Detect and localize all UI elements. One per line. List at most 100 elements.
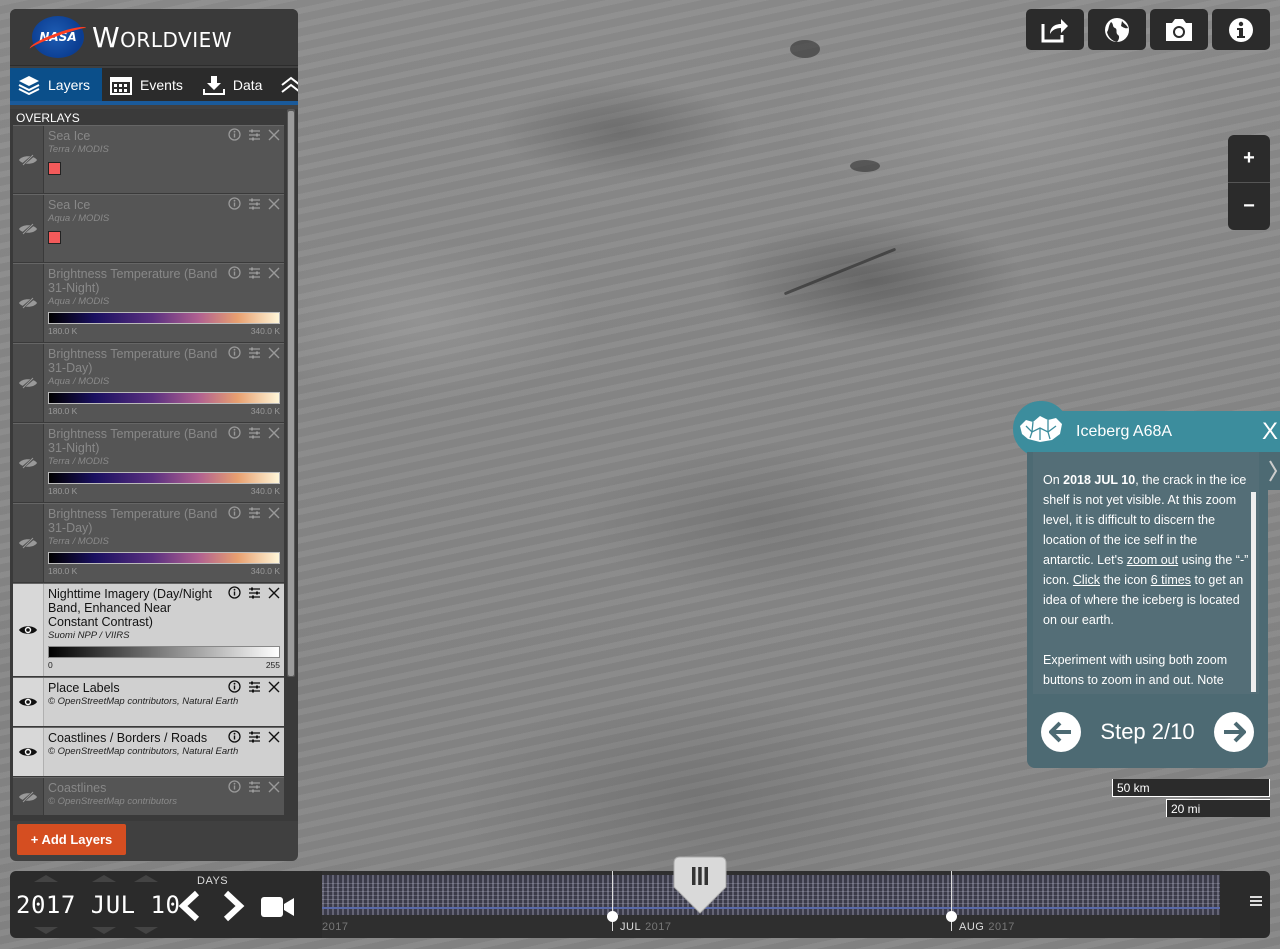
tour-next-button[interactable] bbox=[1214, 712, 1254, 752]
layer-options-button[interactable] bbox=[248, 681, 261, 693]
layer-info-button[interactable] bbox=[228, 128, 241, 141]
layer-options-button[interactable] bbox=[248, 507, 261, 519]
layer-info-button[interactable] bbox=[228, 426, 241, 439]
timeline-date-handle[interactable] bbox=[670, 855, 730, 915]
layer-info-button[interactable] bbox=[228, 680, 241, 693]
layer-info-button[interactable] bbox=[228, 197, 241, 210]
next-day-button[interactable] bbox=[220, 890, 246, 927]
add-layers-button[interactable]: + Add Layers bbox=[17, 824, 126, 855]
layer-info-button[interactable] bbox=[228, 346, 241, 359]
tab-data[interactable]: Data bbox=[195, 68, 275, 101]
sliders-icon bbox=[249, 198, 260, 209]
tour-date: 2018 JUL 10 bbox=[1063, 473, 1136, 487]
layer-info-button[interactable] bbox=[228, 586, 241, 599]
layer-remove-button[interactable] bbox=[268, 347, 280, 359]
chevron-right-icon bbox=[1269, 460, 1278, 482]
layer-remove-button[interactable] bbox=[268, 427, 280, 439]
layer-visibility-toggle[interactable] bbox=[13, 195, 44, 262]
layer-body: Coastlines / Borders / Roads © OpenStreet… bbox=[44, 728, 284, 776]
layer-options-button[interactable] bbox=[248, 347, 261, 359]
layer-visibility-toggle[interactable] bbox=[13, 778, 44, 815]
tour-link-click[interactable]: Click bbox=[1073, 573, 1100, 587]
timeline-track[interactable]: 2017 JUL 2017 AUG 2017 bbox=[322, 871, 1220, 938]
tour-prev-button[interactable] bbox=[1041, 712, 1081, 752]
timeline-menu-button[interactable] bbox=[1250, 894, 1262, 912]
layer-remove-button[interactable] bbox=[268, 587, 280, 599]
layer-visibility-toggle[interactable] bbox=[13, 424, 44, 502]
scrollbar-thumb[interactable] bbox=[288, 111, 294, 676]
day-up-arrow[interactable] bbox=[134, 875, 158, 882]
tour-description[interactable]: On 2018 JUL 10, the crack in the ice she… bbox=[1033, 452, 1259, 694]
day-down-arrow[interactable] bbox=[134, 927, 158, 934]
tab-events[interactable]: Events bbox=[102, 68, 195, 101]
layer-info-button[interactable] bbox=[228, 780, 241, 793]
month-down-arrow[interactable] bbox=[92, 927, 116, 934]
layer-remove-button[interactable] bbox=[268, 267, 280, 279]
layer-options-button[interactable] bbox=[248, 781, 261, 793]
animation-button[interactable] bbox=[260, 895, 296, 924]
date-selector[interactable]: 2017 JUL 10 bbox=[16, 891, 180, 919]
zoom-out-button[interactable]: − bbox=[1228, 182, 1270, 230]
video-camera-icon bbox=[261, 897, 294, 917]
projection-button[interactable] bbox=[1088, 9, 1146, 50]
layer-remove-button[interactable] bbox=[268, 781, 280, 793]
layer-row[interactable]: Brightness Temperature (Band 31-Night) Aq… bbox=[13, 263, 284, 342]
zoom-in-button[interactable]: + bbox=[1228, 135, 1270, 182]
tour-expand-tab[interactable] bbox=[1266, 452, 1280, 490]
double-chevron-up-icon bbox=[281, 76, 298, 93]
prev-day-button[interactable] bbox=[177, 890, 203, 927]
collapse-sidebar-button[interactable] bbox=[274, 68, 298, 101]
layer-info-button[interactable] bbox=[228, 506, 241, 519]
interval-label[interactable]: DAYS bbox=[197, 875, 228, 887]
layer-visibility-toggle[interactable] bbox=[13, 678, 44, 726]
layer-info-button[interactable] bbox=[228, 730, 241, 743]
layer-options-button[interactable] bbox=[248, 129, 261, 141]
layer-options-button[interactable] bbox=[248, 267, 261, 279]
layer-info-button[interactable] bbox=[228, 266, 241, 279]
tour-close-button[interactable]: X bbox=[1262, 419, 1278, 444]
layer-source: Aqua / MODIS bbox=[48, 213, 110, 224]
layer-row[interactable]: Brightness Temperature (Band 31-Day) Aqua… bbox=[13, 343, 284, 422]
layer-remove-button[interactable] bbox=[268, 681, 280, 693]
tour-header: Iceberg A68A X bbox=[1013, 401, 1280, 457]
year-up-arrow[interactable] bbox=[34, 875, 58, 882]
month-up-arrow[interactable] bbox=[92, 875, 116, 882]
layer-row[interactable]: Sea Ice Terra / MODIS bbox=[13, 125, 284, 193]
calendar-icon bbox=[110, 76, 133, 95]
layer-remove-button[interactable] bbox=[268, 198, 280, 210]
layer-options-button[interactable] bbox=[248, 427, 261, 439]
layer-row[interactable]: Brightness Temperature (Band 31-Day) Terr… bbox=[13, 503, 284, 582]
layer-body: Brightness Temperature (Band 31-Night) Aq… bbox=[44, 264, 284, 342]
layer-row[interactable]: Nighttime Imagery (Day/Night Band, Enhan… bbox=[13, 583, 284, 676]
tour-link-zoom-out[interactable]: zoom out bbox=[1127, 553, 1178, 567]
layer-visibility-toggle[interactable] bbox=[13, 344, 44, 422]
year-down-arrow[interactable] bbox=[34, 927, 58, 934]
tab-layers[interactable]: Layers bbox=[10, 68, 103, 101]
info-button[interactable] bbox=[1212, 9, 1270, 50]
layer-body: Sea Ice Terra / MODIS bbox=[44, 126, 284, 193]
tour-scrollbar[interactable] bbox=[1251, 492, 1256, 692]
layer-visibility-toggle[interactable] bbox=[13, 264, 44, 342]
layer-visibility-toggle[interactable] bbox=[13, 728, 44, 776]
layer-colorbar-range: 180.0 K 340.0 K bbox=[48, 566, 280, 576]
globe-icon bbox=[1105, 17, 1129, 42]
layer-row[interactable]: Place Labels © OpenStreetMap contributors… bbox=[13, 677, 284, 726]
layer-row[interactable]: Sea Ice Aqua / MODIS bbox=[13, 194, 284, 262]
layer-options-button[interactable] bbox=[248, 198, 261, 210]
layer-row[interactable]: Brightness Temperature (Band 31-Night) Te… bbox=[13, 423, 284, 502]
layer-remove-button[interactable] bbox=[268, 129, 280, 141]
tour-link-6-times[interactable]: 6 times bbox=[1151, 573, 1191, 587]
layer-visibility-toggle[interactable] bbox=[13, 126, 44, 193]
share-button[interactable] bbox=[1026, 9, 1084, 50]
brand-header[interactable]: NASA Worldview bbox=[10, 9, 298, 66]
layer-visibility-toggle[interactable] bbox=[13, 584, 44, 676]
layer-visibility-toggle[interactable] bbox=[13, 504, 44, 582]
layer-remove-button[interactable] bbox=[268, 507, 280, 519]
layer-options-button[interactable] bbox=[248, 731, 261, 743]
layer-options-button[interactable] bbox=[248, 587, 261, 599]
snapshot-button[interactable] bbox=[1150, 9, 1208, 50]
layer-row[interactable]: Coastlines / Borders / Roads © OpenStreet… bbox=[13, 727, 284, 776]
layer-remove-button[interactable] bbox=[268, 731, 280, 743]
layer-row[interactable]: Coastlines © OpenStreetMap contributors bbox=[13, 777, 284, 815]
layer-list[interactable]: OVERLAYS Sea Ice Terra / MODIS Sea Ice Aqua… bbox=[10, 109, 298, 821]
